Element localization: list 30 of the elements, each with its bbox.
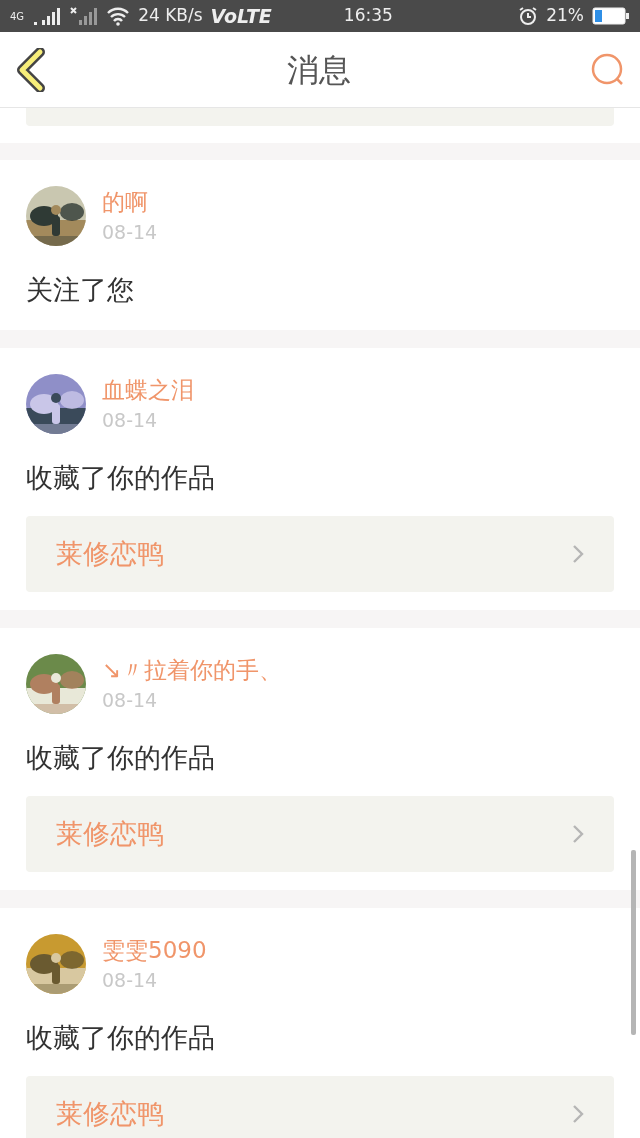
wifi-icon	[106, 6, 131, 26]
user-name[interactable]: 雯雯5090	[102, 934, 207, 966]
no-signal-icon	[70, 6, 99, 26]
message-text: 收藏了你的作品	[26, 461, 216, 495]
work-title: 莱修恋鸭	[56, 816, 164, 851]
page-title: 消息	[287, 49, 351, 91]
work-title: 莱修恋鸭	[56, 1096, 164, 1131]
battery-label: 21%	[546, 4, 584, 28]
work-title: 莱修恋鸭	[56, 536, 164, 571]
network-label: 4G	[10, 9, 25, 24]
message-text: 收藏了你的作品	[26, 741, 216, 775]
battery-icon	[592, 7, 630, 25]
user-name[interactable]: ↘〃拉着你的手、	[102, 654, 283, 686]
speed-label: 24 KB/s	[138, 4, 203, 28]
user-name[interactable]: 的啊	[102, 186, 158, 218]
alarm-icon	[518, 6, 539, 26]
signal-icon	[32, 6, 63, 26]
user-name[interactable]: 血蝶之泪	[102, 374, 194, 406]
scrollbar[interactable]	[631, 850, 636, 1035]
chevron-icon	[572, 544, 584, 564]
work-card[interactable]: 莱修恋鸭	[26, 1076, 614, 1138]
volte-label: VoLTE	[210, 3, 272, 29]
chevron-icon	[572, 1104, 584, 1124]
message-text: 关注了您	[26, 273, 135, 307]
message-text: 收藏了你的作品	[26, 1021, 216, 1055]
work-card[interactable]: 莱修恋鸭	[26, 516, 614, 592]
chevron-icon	[572, 824, 584, 844]
back-button[interactable]	[14, 47, 48, 92]
clock: 16:35	[343, 4, 393, 28]
work-card[interactable]: 莱修恋鸭	[26, 796, 614, 872]
